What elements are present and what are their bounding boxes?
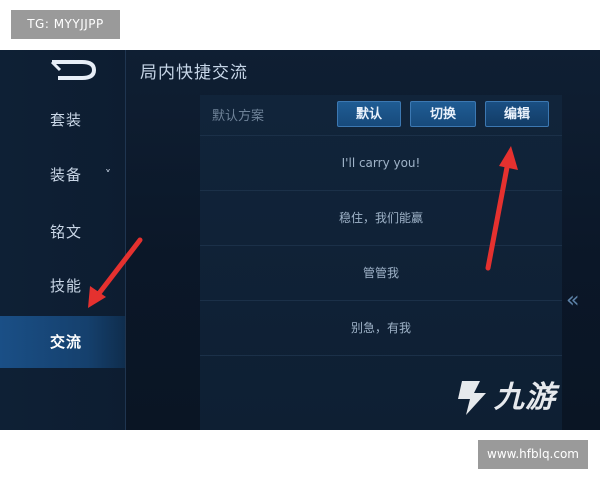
site-watermark-badge: www.hfblq.com xyxy=(478,440,588,469)
game-screen: 套装 装备 ˅ 铭文 技能 交流 局内快捷交流 默认方案 默认 切换 编辑 I'… xyxy=(0,50,600,430)
nine-game-watermark: 九游 xyxy=(494,380,556,415)
nine-game-logo-icon xyxy=(458,381,486,415)
red-arrow-icon xyxy=(485,146,518,271)
tg-watermark-badge: TG: MYYJJPP xyxy=(11,10,120,39)
red-arrow-icon xyxy=(88,237,143,308)
